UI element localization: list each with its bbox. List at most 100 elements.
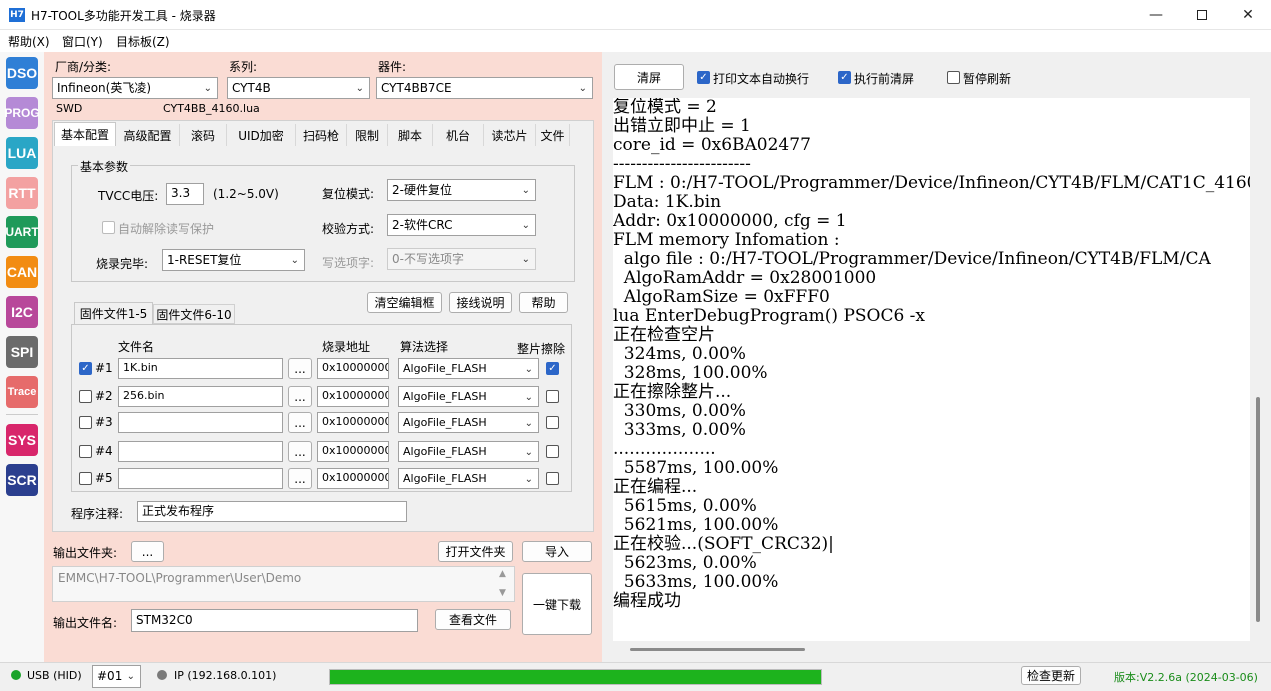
module-sys-button[interactable]: SYS xyxy=(6,424,38,456)
scroll-down-icon[interactable]: ▼ xyxy=(499,588,506,598)
console-hscrollbar[interactable] xyxy=(630,648,805,651)
progress-bar xyxy=(329,669,822,685)
option-select[interactable]: 0-不写选项字 ⌄ xyxy=(387,248,536,270)
maximize-button[interactable] xyxy=(1179,0,1225,30)
module-can-button[interactable]: CAN xyxy=(6,256,38,288)
file-erase-checkbox[interactable]: ✓ xyxy=(546,362,559,375)
verify-select[interactable]: 2-软件CRC ⌄ xyxy=(387,214,536,236)
output-path-box[interactable]: EMMC\H7-TOOL\Programmer\User\Demo xyxy=(52,566,515,602)
file-name-input[interactable] xyxy=(118,468,283,489)
file-algo-select[interactable]: AlgoFile_FLASH ⌄ xyxy=(398,468,539,489)
file-erase-checkbox[interactable] xyxy=(546,390,559,403)
import-button[interactable]: 导入 xyxy=(522,541,592,562)
tab-advanced[interactable]: 高级配置 xyxy=(116,124,180,146)
vendor-select[interactable]: Infineon(英飞凌) ⌄ xyxy=(52,77,218,99)
minimize-button[interactable]: — xyxy=(1133,0,1179,30)
file-address-input[interactable]: 0x10000000 xyxy=(317,358,389,379)
open-folder-button[interactable]: 打开文件夹 xyxy=(438,541,513,562)
file-enable-checkbox[interactable] xyxy=(79,445,92,458)
tab-rolling-code[interactable]: 滚码 xyxy=(180,124,227,146)
module-dso-button[interactable]: DSO xyxy=(6,57,38,89)
file-address-input[interactable]: 0x10000000 xyxy=(317,386,389,407)
file-address-input[interactable]: 0x10000000 xyxy=(317,441,389,462)
console-line: 5621ms, 100.00% xyxy=(613,515,779,535)
pause-checkbox[interactable] xyxy=(947,71,960,84)
file-algo-select[interactable]: AlgoFile_FLASH ⌄ xyxy=(398,441,539,462)
output-folder-browse-button[interactable]: ... xyxy=(131,541,164,562)
strip-divider xyxy=(6,414,38,415)
tab-files-1-5[interactable]: 固件文件1-5 xyxy=(74,302,153,324)
file-address-input[interactable]: 0x10000000 xyxy=(317,468,389,489)
file-name-input[interactable] xyxy=(118,412,283,433)
module-uart-button[interactable]: UART xyxy=(5,216,39,248)
tab-script[interactable]: 脚本 xyxy=(388,124,433,146)
file-erase-checkbox[interactable] xyxy=(546,472,559,485)
window-title: H7-TOOL多功能开发工具 - 烧录器 xyxy=(31,9,216,23)
auto-unlock-checkbox[interactable] xyxy=(102,221,115,234)
tab-uid-encrypt[interactable]: UID加密 xyxy=(227,124,296,146)
wrap-checkbox[interactable]: ✓ xyxy=(697,71,710,84)
module-spi-button[interactable]: SPI xyxy=(6,336,38,368)
wiring-button[interactable]: 接线说明 xyxy=(449,292,512,313)
console-output[interactable]: 复位模式 = 2 出错立即中止 = 1 core_id = 0x6BA02477 --… xyxy=(613,98,1250,641)
menu-help[interactable]: 帮助(X) xyxy=(8,33,50,50)
file-algo-header: 算法选择 xyxy=(400,340,449,354)
file-browse-button[interactable]: ... xyxy=(288,441,312,462)
close-button[interactable]: ✕ xyxy=(1225,0,1271,30)
part-select[interactable]: CYT4BB7CE ⌄ xyxy=(376,77,593,99)
tab-scanner[interactable]: 扫码枪 xyxy=(296,124,347,146)
menu-window[interactable]: 窗口(Y) xyxy=(62,33,103,50)
file-enable-checkbox[interactable] xyxy=(79,472,92,485)
file-browse-button[interactable]: ... xyxy=(288,358,312,379)
help-button[interactable]: 帮助 xyxy=(519,292,568,313)
file-name-input[interactable] xyxy=(118,441,283,462)
one-key-download-button[interactable]: 一键下载 xyxy=(522,573,592,635)
menu-target[interactable]: 目标板(Z) xyxy=(116,33,170,50)
output-name-input[interactable]: STM32C0 xyxy=(131,609,418,632)
file-browse-button[interactable]: ... xyxy=(288,412,312,433)
check-update-button[interactable]: 检查更新 xyxy=(1021,666,1081,685)
file-enable-checkbox[interactable] xyxy=(79,390,92,403)
series-select[interactable]: CYT4B ⌄ xyxy=(227,77,370,99)
done-select[interactable]: 1-RESET复位 ⌄ xyxy=(162,249,305,271)
tab-machine[interactable]: 机台 xyxy=(433,124,484,146)
file-algo-select[interactable]: AlgoFile_FLASH ⌄ xyxy=(398,358,539,379)
file-name-input[interactable]: 1K.bin xyxy=(118,358,283,379)
file-browse-button[interactable]: ... xyxy=(288,468,312,489)
module-lua-button[interactable]: LUA xyxy=(6,137,38,169)
clear-before-checkbox[interactable]: ✓ xyxy=(838,71,851,84)
scroll-up-icon[interactable]: ▲ xyxy=(499,569,506,579)
file-enable-checkbox[interactable]: ✓ xyxy=(79,362,92,375)
comment-input[interactable]: 正式发布程序 xyxy=(137,501,407,522)
file-erase-checkbox[interactable] xyxy=(546,445,559,458)
reset-label: 复位模式: xyxy=(322,187,375,201)
reset-select[interactable]: 2-硬件复位 ⌄ xyxy=(387,179,536,201)
tvcc-input[interactable]: 3.3 xyxy=(166,183,204,205)
console-line: 编程成功 xyxy=(613,591,681,611)
clear-editor-button[interactable]: 清空编辑框 xyxy=(367,292,442,313)
version-label: 版本:V2.2.6a (2024-03-06) xyxy=(1114,671,1258,684)
module-rtt-button[interactable]: RTT xyxy=(6,177,38,209)
file-address-input[interactable]: 0x10000000 xyxy=(317,412,389,433)
module-trace-button[interactable]: Trace xyxy=(6,376,38,408)
tab-files-6-10[interactable]: 固件文件6-10 xyxy=(153,304,235,324)
tab-read-chip[interactable]: 读芯片 xyxy=(484,124,536,146)
module-scr-button[interactable]: SCR xyxy=(6,464,38,496)
module-i2c-button[interactable]: I2C xyxy=(6,296,38,328)
file-name-input[interactable]: 256.bin xyxy=(118,386,283,407)
port-select[interactable]: #01 ⌄ xyxy=(92,665,141,688)
module-prog-button[interactable]: PROG xyxy=(4,97,40,129)
vendor-label: 厂商/分类: xyxy=(55,60,112,74)
file-algo-select[interactable]: AlgoFile_FLASH ⌄ xyxy=(398,412,539,433)
view-file-button[interactable]: 查看文件 xyxy=(435,609,511,630)
file-browse-button[interactable]: ... xyxy=(288,386,312,407)
output-name-label: 输出文件名: xyxy=(53,616,118,630)
file-enable-checkbox[interactable] xyxy=(79,416,92,429)
tab-limit[interactable]: 限制 xyxy=(347,124,388,146)
console-vscrollbar[interactable] xyxy=(1256,397,1260,622)
file-erase-checkbox[interactable] xyxy=(546,416,559,429)
clear-screen-button[interactable]: 清屏 xyxy=(614,64,684,90)
tab-file[interactable]: 文件 xyxy=(536,124,570,146)
file-algo-select[interactable]: AlgoFile_FLASH ⌄ xyxy=(398,386,539,407)
tab-basic[interactable]: 基本配置 xyxy=(54,122,116,146)
